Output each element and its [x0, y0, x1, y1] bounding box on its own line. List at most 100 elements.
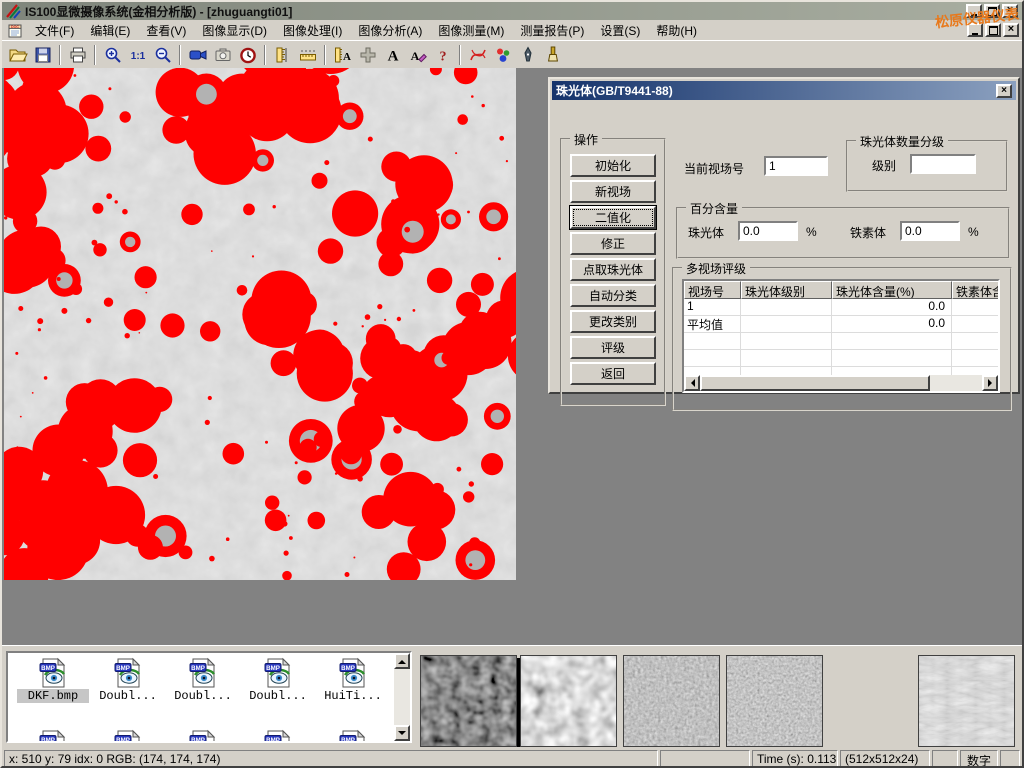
- restore-button[interactable]: [984, 4, 1000, 18]
- micrograph-image[interactable]: [4, 68, 516, 580]
- pearlite-percent-input[interactable]: [738, 221, 798, 241]
- grade-input[interactable]: [910, 154, 976, 174]
- file-item[interactable]: BMPDoubl...: [92, 657, 164, 703]
- status-mode: 数字: [960, 750, 998, 767]
- auto-classify-button[interactable]: 自动分类: [570, 284, 656, 307]
- scroll-left-icon[interactable]: [684, 375, 700, 391]
- document-icon[interactable]: DOC: [7, 22, 24, 39]
- help-icon[interactable]: ?: [430, 43, 455, 67]
- table-row[interactable]: [684, 333, 998, 350]
- text-label-icon[interactable]: A: [380, 43, 405, 67]
- app-icon: [5, 3, 21, 19]
- zoom-in-icon[interactable]: [100, 43, 125, 67]
- file-list-vscrollbar[interactable]: [394, 653, 410, 741]
- menu-item-2[interactable]: 查看(V): [138, 20, 194, 41]
- new-field-button[interactable]: 新视场: [570, 180, 656, 203]
- scroll-down-icon[interactable]: [394, 725, 410, 741]
- svg-text:DOC: DOC: [11, 25, 19, 29]
- scroll-thumb[interactable]: [700, 375, 930, 391]
- svg-text:BMP: BMP: [41, 737, 55, 743]
- table-cell: 0.0: [832, 299, 952, 315]
- dialog-close-icon[interactable]: ×: [996, 84, 1012, 98]
- ferrite-percent-input[interactable]: [900, 221, 960, 241]
- initialize-button[interactable]: 初始化: [570, 154, 656, 177]
- brush-tool-icon[interactable]: [540, 43, 565, 67]
- file-name: HuiTi...: [317, 689, 389, 703]
- thumbnail-5[interactable]: [918, 655, 1015, 747]
- mdi-close-button[interactable]: ×: [1003, 23, 1019, 37]
- table-hscrollbar[interactable]: [684, 375, 998, 391]
- file-item[interactable]: BMPDoubl...: [167, 657, 239, 703]
- caliper-icon[interactable]: [270, 43, 295, 67]
- curve-tool-icon[interactable]: [465, 43, 490, 67]
- save-icon[interactable]: [30, 43, 55, 67]
- minimize-button[interactable]: [966, 4, 982, 18]
- classify-balls-icon[interactable]: a: [490, 43, 515, 67]
- status-empty-2: [932, 750, 958, 767]
- grid-cross-icon[interactable]: [355, 43, 380, 67]
- actual-size-icon[interactable]: 1:1: [125, 43, 150, 67]
- file-item[interactable]: BMP: [17, 729, 89, 743]
- table-cell: [741, 350, 832, 366]
- table-row[interactable]: 10.0: [684, 299, 998, 316]
- menu-item-4[interactable]: 图像处理(I): [275, 20, 350, 41]
- file-item[interactable]: BMP: [167, 729, 239, 743]
- ruler-icon[interactable]: [295, 43, 320, 67]
- print-icon[interactable]: [65, 43, 90, 67]
- return-button[interactable]: 返回: [570, 362, 656, 385]
- table-cell: [684, 350, 741, 366]
- timer-clock-icon[interactable]: [235, 43, 260, 67]
- menu-item-9[interactable]: 帮助(H): [648, 20, 705, 41]
- binarize-button[interactable]: 二值化: [570, 206, 656, 229]
- toolbar-separator: [264, 45, 266, 65]
- current-field-input[interactable]: [764, 156, 828, 176]
- pen-tool-icon[interactable]: [515, 43, 540, 67]
- menu-item-1[interactable]: 编辑(E): [82, 20, 138, 41]
- zoom-out-icon[interactable]: [150, 43, 175, 67]
- status-dimensions: (512x512x24): [840, 750, 930, 767]
- table-row[interactable]: 平均值0.0: [684, 316, 998, 333]
- menu-item-7[interactable]: 测量报告(P): [512, 20, 592, 41]
- file-item[interactable]: BMP: [242, 729, 314, 743]
- thumbnail-3[interactable]: [623, 655, 720, 747]
- thumbnail-4[interactable]: [726, 655, 823, 747]
- percent-group-label: 百分含量: [686, 200, 742, 217]
- scroll-right-icon[interactable]: [982, 375, 998, 391]
- toolbar-separator: [179, 45, 181, 65]
- menu-item-3[interactable]: 图像显示(D): [194, 20, 275, 41]
- file-item[interactable]: BMP: [92, 729, 164, 743]
- table-cell: [741, 316, 832, 332]
- table-cell: 0.0: [832, 316, 952, 332]
- file-item[interactable]: BMPDKF.bmp: [17, 657, 89, 703]
- menu-item-0[interactable]: 文件(F): [27, 20, 82, 41]
- file-item[interactable]: BMPHuiTi...: [317, 657, 389, 703]
- scroll-up-icon[interactable]: [394, 653, 410, 669]
- file-item[interactable]: BMP: [317, 729, 389, 743]
- menu-item-6[interactable]: 图像测量(M): [430, 20, 512, 41]
- file-item[interactable]: BMPDoubl...: [242, 657, 314, 703]
- dialog-title-bar[interactable]: 珠光体(GB/T9441-88) ×: [552, 81, 1016, 100]
- pick-pearlite-button[interactable]: 点取珠光体: [570, 258, 656, 281]
- table-col-2: 珠光体含量(%): [832, 281, 952, 299]
- measure-text-icon[interactable]: A: [330, 43, 355, 67]
- grade-button[interactable]: 评级: [570, 336, 656, 359]
- status-bar: x: 510 y: 79 idx: 0 RGB: (174, 174, 174)…: [2, 747, 1022, 768]
- multifield-table[interactable]: 视场号珠光体级别珠光体含量(%)铁素体含量(%) 10.0平均值0.0: [682, 279, 1000, 393]
- correct-button[interactable]: 修正: [570, 232, 656, 255]
- menu-item-5[interactable]: 图像分析(A): [350, 20, 430, 41]
- thumbnail-1[interactable]: [420, 655, 517, 747]
- table-row[interactable]: [684, 350, 998, 367]
- mdi-restore-button[interactable]: [985, 23, 1001, 37]
- video-camera-icon[interactable]: [185, 43, 210, 67]
- status-empty-3: [1000, 750, 1020, 767]
- annotate-icon[interactable]: A: [405, 43, 430, 67]
- menu-item-8[interactable]: 设置(S): [592, 20, 648, 41]
- snapshot-camera-icon[interactable]: [210, 43, 235, 67]
- svg-text:BMP: BMP: [266, 737, 280, 743]
- thumbnail-2[interactable]: [520, 655, 617, 747]
- pearlite-dialog: 珠光体(GB/T9441-88) × 操作 初始化新视场二值化修正点取珠光体自动…: [548, 77, 1020, 394]
- open-folder-icon[interactable]: [5, 43, 30, 67]
- mdi-minimize-button[interactable]: [967, 23, 983, 37]
- change-class-button[interactable]: 更改类别: [570, 310, 656, 333]
- close-button[interactable]: ×: [1002, 4, 1018, 18]
